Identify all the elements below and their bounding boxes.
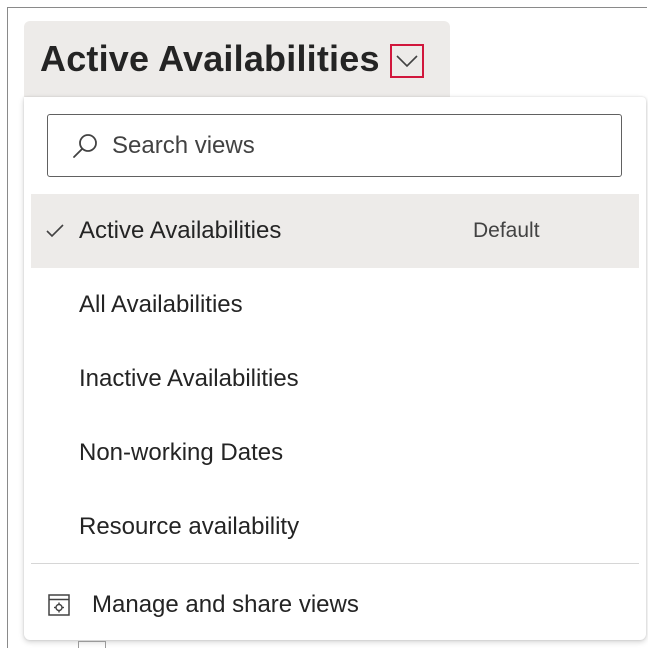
view-selector-title: Active Availabilities [40,38,380,79]
views-list: Active Availabilities Default All Availa… [31,194,639,564]
view-selector-button[interactable]: Active Availabilities [24,21,450,97]
footer-divider [31,563,639,564]
view-item-resource-availability[interactable]: Resource availability [31,490,639,564]
default-badge: Default [473,219,540,242]
search-input[interactable] [112,131,582,160]
search-box[interactable] [47,114,622,177]
manage-views-label: Manage and share views [92,591,359,618]
view-item-label: Active Availabilities [79,217,282,244]
view-item-all-availabilities[interactable]: All Availabilities [31,268,639,342]
view-item-label: Resource availability [79,513,300,540]
view-item-non-working-dates[interactable]: Non-working Dates [31,416,639,490]
manage-views-icon [48,594,70,616]
view-item-label: Inactive Availabilities [79,365,299,392]
checkmark-icon [31,224,79,238]
chevron-down-icon[interactable] [389,44,424,78]
view-item-label: All Availabilities [79,291,243,318]
view-item-active-availabilities[interactable]: Active Availabilities Default [31,194,639,268]
views-flyout: Active Availabilities Default All Availa… [24,97,646,640]
background-row-fragment [78,641,106,648]
view-item-inactive-availabilities[interactable]: Inactive Availabilities [31,342,639,416]
view-item-label: Non-working Dates [79,439,284,466]
manage-views-button[interactable]: Manage and share views [48,580,359,630]
search-icon [72,133,98,159]
